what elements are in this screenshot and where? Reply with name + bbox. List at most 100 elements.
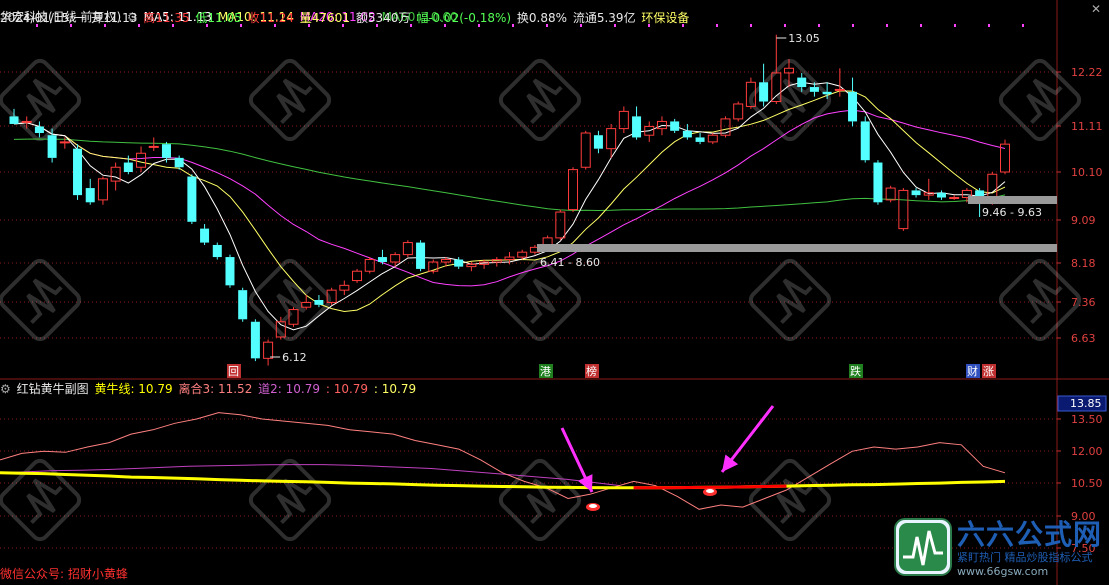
change-label: 幅-0.02(-0.18%) (416, 11, 512, 25)
candle-body-down (632, 116, 642, 138)
watermark-box (998, 58, 1082, 142)
settings-icon[interactable]: ⚙ (0, 382, 11, 396)
candle-body-down (377, 257, 387, 263)
brand-name: 六六公式网 (957, 518, 1103, 551)
event-markers: 回 港 榜 跌 财涨 (227, 364, 996, 378)
candle-body-up (949, 197, 960, 200)
range-bar-lower (537, 244, 1057, 252)
range-label-lower: 6.41 - 8.60 (540, 256, 600, 269)
candle-body-up (339, 284, 350, 291)
candle-body-down (809, 87, 819, 92)
candle-body-up (352, 270, 363, 282)
candle-body-up (898, 189, 909, 230)
candle-body-down (225, 257, 235, 286)
candle-body-down (34, 126, 44, 134)
watermark (498, 58, 582, 142)
candle-body-up (568, 169, 579, 211)
watermark (498, 458, 582, 542)
sub-axis-tick-label: 12.00 (1071, 445, 1103, 458)
candle-body-down (454, 259, 464, 267)
sub-axis-tick-label: 13.50 (1071, 413, 1103, 426)
watermark-box (498, 258, 582, 342)
lihe-label: 离合3: 11.52 (178, 382, 253, 396)
axis-tick-label: 11.11 (1071, 120, 1103, 133)
dao-label: 道2: 10.79 (258, 382, 321, 396)
candle-body-down (161, 144, 171, 158)
high-label: 13.05 (788, 32, 820, 45)
range-label-upper: 9.46 - 9.63 (982, 206, 1042, 219)
axis-tick-label: 7.36 (1071, 296, 1096, 309)
close-label: 收11.24 (247, 11, 294, 25)
candle-body-up (390, 254, 401, 263)
candle-body-up (555, 211, 566, 239)
price-axis: 12.22 11.11 10.10 9.09 8.18 7.36 6.63 (1057, 66, 1103, 345)
price-annotations: 13.05 6.12 6.41 - 8.60 9.46 - 9.63 (270, 32, 1057, 364)
watermark (248, 458, 332, 542)
candle-body-down (73, 148, 83, 196)
float-label: 流通5.39亿 (572, 11, 636, 25)
candle-body-down (47, 135, 57, 158)
brand-slogan: 紧盯热门 精品炒股指标公式 (957, 551, 1093, 564)
candle-body-up (580, 132, 591, 168)
candle-body-up (364, 259, 375, 272)
red-diamond-1-shine (589, 504, 597, 508)
event-marker-text: 榜 (586, 364, 597, 378)
candle-body-down (200, 228, 210, 243)
candle-body-down (123, 162, 133, 172)
high-label: 高11.35 (143, 11, 190, 25)
sector-label: 环保设备 (641, 11, 690, 25)
axis-tick-label: 6.63 (1071, 332, 1096, 345)
candle-body-up (402, 242, 413, 256)
top-dot (886, 24, 888, 27)
candle-body-up (834, 88, 845, 91)
candle-body-down (797, 77, 807, 88)
quote-values: 2024/01/15/一 开11.13 高11.35 低11.05 收11.24… (0, 10, 691, 27)
watermark (998, 58, 1082, 142)
watermarks (0, 58, 1082, 542)
range-bar-upper (968, 196, 1057, 204)
candle-body-up (21, 120, 32, 123)
candle-body-down (9, 116, 19, 124)
candle-body-up (466, 263, 477, 268)
watermark-box (248, 458, 332, 542)
candle-body-up (97, 178, 108, 201)
candle-body-down (187, 176, 197, 222)
candle-body-up (517, 251, 528, 258)
candle-body-up (504, 256, 515, 261)
candle-body-down (670, 121, 680, 131)
watermark-box (248, 58, 332, 142)
candle-body-up (136, 152, 147, 168)
candle-body-down (873, 162, 883, 203)
close-icon[interactable]: ✕ (1089, 2, 1103, 16)
watermark (248, 58, 332, 142)
candle-body-down (85, 188, 95, 203)
red-diamond-2-shine (706, 489, 714, 493)
yellow-line-label: 黄牛线: 10.79 (94, 382, 173, 396)
top-dot (784, 24, 786, 27)
watermark (748, 258, 832, 342)
watermark (998, 258, 1082, 342)
amount-label: 额5340万 (355, 11, 411, 25)
watermark-box (0, 258, 82, 342)
candle-body-down (848, 91, 858, 122)
watermark (498, 258, 582, 342)
axis-tick-label: 8.18 (1071, 257, 1096, 270)
candle-body-down (238, 290, 248, 320)
footer-text: 微信公众号: 招财小黄蜂 (0, 567, 128, 581)
watermark-box (498, 58, 582, 142)
candle-body-up (606, 128, 617, 150)
event-marker-text: 涨 (983, 365, 994, 378)
candle-body-down (212, 244, 222, 258)
sub-header: ⚙ 红钻黄牛副图 黄牛线: 10.79 离合3: 11.52 道2: 10.79… (0, 381, 418, 398)
top-dot (920, 24, 922, 27)
top-dot (750, 24, 752, 27)
arrow-2-head (722, 454, 739, 472)
candle-body-down (682, 130, 692, 138)
top-dot (1022, 24, 1024, 27)
candle-body-up (59, 141, 70, 144)
top-dot (988, 24, 990, 27)
event-marker-text: 财 (967, 364, 978, 378)
top-dot (716, 24, 718, 27)
brand-url: www.66gsw.com (957, 565, 1049, 578)
event-marker-text: 跌 (850, 364, 861, 378)
